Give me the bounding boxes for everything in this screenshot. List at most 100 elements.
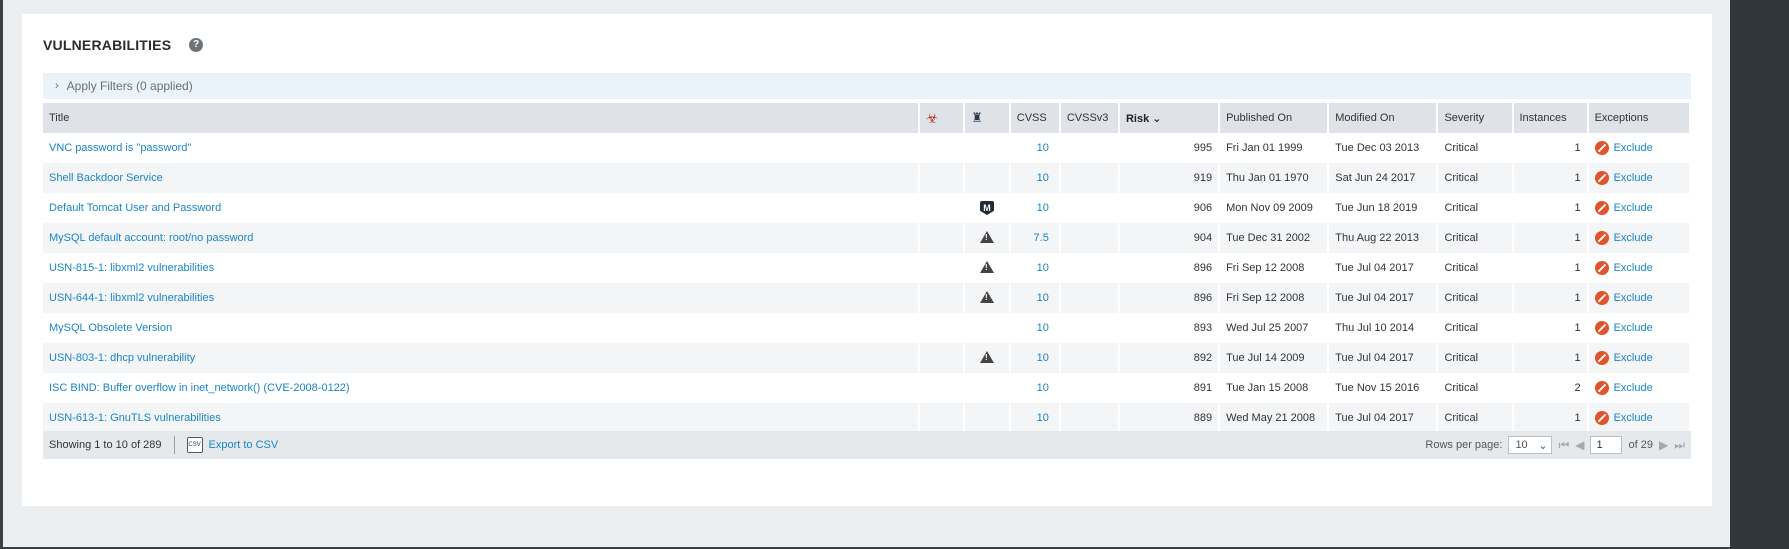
pagination: Rows per page: 10 ⌄ ⏮ ◀ of 29 ▶ ⏭ [1425, 436, 1685, 454]
cell-published: Fri Sep 12 2008 [1219, 253, 1330, 283]
prev-page-icon[interactable]: ◀ [1575, 438, 1584, 452]
vulnerability-link[interactable]: MySQL Obsolete Version [49, 322, 172, 334]
page-number-input[interactable] [1590, 436, 1623, 454]
cell-severity: Critical [1437, 253, 1514, 283]
cell-instances: 1 [1512, 343, 1589, 373]
help-icon[interactable]: ? [189, 38, 204, 52]
exclude-link[interactable]: Exclude [1614, 352, 1653, 364]
next-page-icon[interactable]: ▶ [1659, 438, 1668, 452]
exclude-link[interactable]: Exclude [1614, 292, 1653, 304]
vulnerability-link[interactable]: ISC BIND: Buffer overflow in inet_networ… [49, 382, 350, 394]
cell-title: ISC BIND: Buffer overflow in inet_networ… [43, 373, 920, 403]
col-header-cvss[interactable]: CVSS [1009, 103, 1061, 133]
cell-exceptions: Exclude [1587, 343, 1692, 373]
exclude-link[interactable]: Exclude [1614, 382, 1653, 394]
rows-per-page-label: Rows per page: [1425, 439, 1503, 451]
exclude-icon[interactable] [1594, 321, 1609, 335]
vulnerability-link[interactable]: USN-803-1: dhcp vulnerability [49, 352, 195, 364]
cell-cvssv3 [1059, 193, 1120, 223]
cell-title: Default Tomcat User and Password [43, 193, 920, 223]
exclude-icon[interactable] [1594, 351, 1609, 365]
exclude-link[interactable]: Exclude [1614, 202, 1653, 214]
cell-exploits [964, 343, 1011, 373]
col-header-modified[interactable]: Modified On [1328, 103, 1439, 133]
exclude-icon[interactable] [1594, 381, 1609, 395]
cvss-link[interactable]: 10 [1017, 352, 1053, 364]
exclude-link[interactable]: Exclude [1614, 322, 1653, 334]
col-header-severity[interactable]: Severity [1437, 103, 1514, 133]
exclude-action[interactable]: Exclude [1594, 351, 1683, 365]
last-page-icon[interactable]: ⏭ [1674, 438, 1685, 453]
exclude-link[interactable]: Exclude [1614, 412, 1653, 424]
cvss-link[interactable]: 10 [1017, 382, 1053, 394]
csv-icon[interactable]: CSV [186, 437, 203, 453]
cell-exploits [964, 253, 1011, 283]
vulnerability-link[interactable]: VNC password is "password" [49, 142, 191, 154]
cvss-link[interactable]: 10 [1017, 262, 1053, 274]
cvss-link[interactable]: 10 [1017, 412, 1053, 424]
first-page-icon[interactable]: ⏮ [1558, 438, 1569, 453]
exclude-link[interactable]: Exclude [1614, 142, 1653, 154]
exclude-icon[interactable] [1594, 231, 1609, 245]
exclude-action[interactable]: Exclude [1594, 261, 1683, 275]
vulnerability-link[interactable]: MySQL default account: root/no password [49, 232, 253, 244]
cvss-link[interactable]: 7.5 [1017, 232, 1053, 244]
cell-severity: Critical [1437, 343, 1514, 373]
table-header-row: Title ☣ ♜ CVSS CVSSv3 Risk ⌄ Published O… [43, 103, 1692, 133]
exclude-action[interactable]: Exclude [1594, 381, 1683, 395]
table-row: MySQL default account: root/no password 7… [43, 223, 1692, 253]
exclude-icon[interactable] [1594, 411, 1609, 425]
cell-risk: 896 [1118, 253, 1221, 283]
rows-per-page-value: 10 [1515, 439, 1528, 451]
exclude-action[interactable]: Exclude [1594, 291, 1683, 305]
exclude-link[interactable]: Exclude [1614, 172, 1653, 184]
vulnerability-link[interactable]: USN-644-1: libxml2 vulnerabilities [49, 292, 214, 304]
apply-filters-toggle[interactable]: › Apply Filters (0 applied) [43, 73, 1691, 99]
cvss-link[interactable]: 10 [1017, 322, 1053, 334]
vulnerability-link[interactable]: Default Tomcat User and Password [49, 202, 221, 214]
cell-modified: Tue Jul 04 2017 [1328, 253, 1439, 283]
col-header-title[interactable]: Title [43, 103, 920, 133]
exclude-icon[interactable] [1594, 261, 1609, 275]
exclude-action[interactable]: Exclude [1594, 321, 1683, 335]
exclude-action[interactable]: Exclude [1594, 171, 1683, 185]
exclude-action[interactable]: Exclude [1594, 201, 1683, 215]
exclude-link[interactable]: Exclude [1614, 262, 1653, 274]
vulnerability-link[interactable]: USN-613-1: GnuTLS vulnerabilities [49, 412, 221, 424]
vulnerability-link[interactable]: Shell Backdoor Service [49, 172, 163, 184]
exclude-action[interactable]: Exclude [1594, 141, 1683, 155]
cvss-link[interactable]: 10 [1017, 202, 1053, 214]
rows-per-page-select[interactable]: 10 ⌄ [1508, 436, 1553, 454]
exclude-icon[interactable] [1594, 291, 1609, 305]
exclude-action[interactable]: Exclude [1594, 411, 1683, 425]
window-edge [0, 0, 3, 549]
col-header-cvssv3[interactable]: CVSSv3 [1059, 103, 1120, 133]
exclude-link[interactable]: Exclude [1614, 232, 1653, 244]
cvss-link[interactable]: 10 [1017, 142, 1053, 154]
cell-malware [918, 403, 966, 433]
cell-title: USN-613-1: GnuTLS vulnerabilities [43, 403, 920, 433]
cell-risk: 892 [1118, 343, 1221, 373]
exclude-action[interactable]: Exclude [1594, 231, 1683, 245]
col-header-exploits[interactable]: ♜ [964, 103, 1011, 133]
export-csv-link[interactable]: Export to CSV [209, 439, 279, 451]
col-header-risk[interactable]: Risk ⌄ [1118, 103, 1221, 133]
cell-risk: 904 [1118, 223, 1221, 253]
vulnerability-link[interactable]: USN-815-1: libxml2 vulnerabilities [49, 262, 214, 274]
col-header-instances[interactable]: Instances [1512, 103, 1589, 133]
cell-severity: Critical [1437, 373, 1514, 403]
exclude-icon[interactable] [1594, 171, 1609, 185]
exclude-icon[interactable] [1594, 141, 1609, 155]
col-header-published[interactable]: Published On [1219, 103, 1330, 133]
table-row: USN-815-1: libxml2 vulnerabilities 10 896F… [43, 253, 1692, 283]
cvss-link[interactable]: 10 [1017, 172, 1053, 184]
cell-published: Wed Jul 25 2007 [1219, 313, 1330, 343]
exclude-icon[interactable] [1594, 201, 1609, 215]
cell-malware [918, 313, 966, 343]
cvss-link[interactable]: 10 [1017, 292, 1053, 304]
cell-title: VNC password is "password" [43, 133, 920, 163]
col-header-malware[interactable]: ☣ [918, 103, 966, 133]
col-header-exceptions[interactable]: Exceptions [1587, 103, 1692, 133]
table-row: USN-803-1: dhcp vulnerability10892Tue Ju… [43, 343, 1692, 373]
cell-instances: 1 [1512, 253, 1589, 283]
